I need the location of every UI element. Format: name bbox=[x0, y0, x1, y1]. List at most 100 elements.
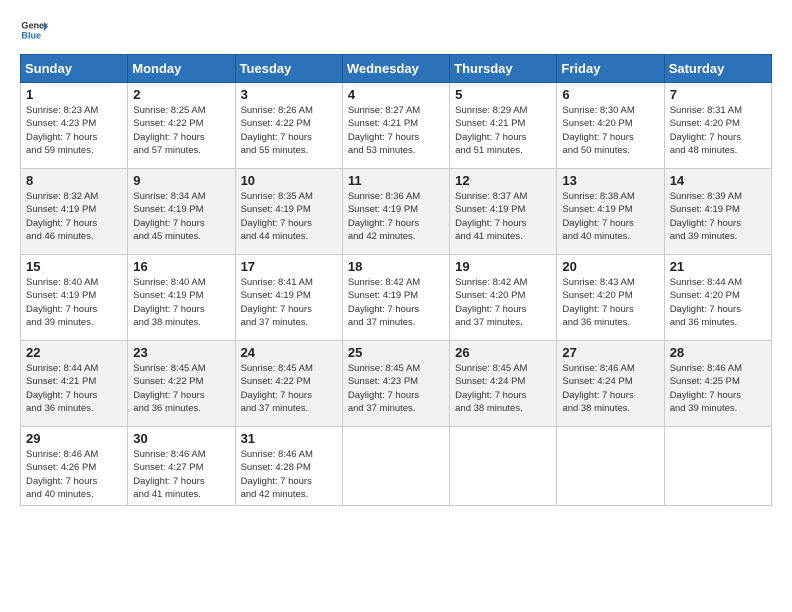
day-cell bbox=[664, 427, 771, 506]
day-number: 8 bbox=[26, 173, 122, 188]
day-cell: 29 Sunrise: 8:46 AM Sunset: 4:26 PM Dayli… bbox=[21, 427, 128, 506]
day-cell: 26Sunrise: 8:45 AM Sunset: 4:24 PM Dayli… bbox=[450, 341, 557, 427]
header-cell-saturday: Saturday bbox=[664, 55, 771, 83]
day-cell: 22 Sunrise: 8:44 AM Sunset: 4:21 PM Dayli… bbox=[21, 341, 128, 427]
day-info: Sunrise: 8:41 AM Sunset: 4:19 PM Dayligh… bbox=[241, 276, 337, 329]
day-cell: 18 Sunrise: 8:42 AM Sunset: 4:19 PM Dayli… bbox=[342, 255, 449, 341]
day-info: Sunrise: 8:39 AM Sunset: 4:19 PM Dayligh… bbox=[670, 190, 766, 243]
day-cell: 2Sunrise: 8:25 AM Sunset: 4:22 PM Daylig… bbox=[128, 83, 235, 169]
day-number: 25 bbox=[348, 345, 444, 360]
day-number: 16 bbox=[133, 259, 229, 274]
header-cell-monday: Monday bbox=[128, 55, 235, 83]
day-number: 18 bbox=[348, 259, 444, 274]
day-number: 27 bbox=[562, 345, 658, 360]
header-cell-wednesday: Wednesday bbox=[342, 55, 449, 83]
day-info: Sunrise: 8:40 AM Sunset: 4:19 PM Dayligh… bbox=[133, 276, 229, 329]
day-info: Sunrise: 8:30 AM Sunset: 4:20 PM Dayligh… bbox=[562, 104, 658, 157]
day-cell bbox=[342, 427, 449, 506]
day-cell: 5Sunrise: 8:29 AM Sunset: 4:21 PM Daylig… bbox=[450, 83, 557, 169]
day-cell: 13 Sunrise: 8:38 AM Sunset: 4:19 PM Dayli… bbox=[557, 169, 664, 255]
day-number: 12 bbox=[455, 173, 551, 188]
day-number: 31 bbox=[241, 431, 337, 446]
day-number: 4 bbox=[348, 87, 444, 102]
logo-area: General Blue bbox=[20, 16, 48, 44]
header: General Blue bbox=[20, 16, 772, 44]
day-cell: 21 Sunrise: 8:44 AM Sunset: 4:20 PM Dayli… bbox=[664, 255, 771, 341]
day-cell: 7 Sunrise: 8:31 AM Sunset: 4:20 PM Daylig… bbox=[664, 83, 771, 169]
day-info: Sunrise: 8:46 AM Sunset: 4:27 PM Dayligh… bbox=[133, 448, 229, 501]
day-number: 29 bbox=[26, 431, 122, 446]
header-cell-sunday: Sunday bbox=[21, 55, 128, 83]
day-cell: 16 Sunrise: 8:40 AM Sunset: 4:19 PM Dayli… bbox=[128, 255, 235, 341]
day-cell: 17Sunrise: 8:41 AM Sunset: 4:19 PM Dayli… bbox=[235, 255, 342, 341]
day-number: 3 bbox=[241, 87, 337, 102]
day-number: 21 bbox=[670, 259, 766, 274]
day-number: 6 bbox=[562, 87, 658, 102]
day-number: 11 bbox=[348, 173, 444, 188]
week-row-4: 22 Sunrise: 8:44 AM Sunset: 4:21 PM Dayli… bbox=[21, 341, 772, 427]
day-info: Sunrise: 8:42 AM Sunset: 4:20 PM Dayligh… bbox=[455, 276, 551, 329]
day-cell bbox=[450, 427, 557, 506]
day-cell: 12 Sunrise: 8:37 AM Sunset: 4:19 PM Dayli… bbox=[450, 169, 557, 255]
day-info: Sunrise: 8:44 AM Sunset: 4:20 PM Dayligh… bbox=[670, 276, 766, 329]
day-info: Sunrise: 8:32 AM Sunset: 4:19 PM Dayligh… bbox=[26, 190, 122, 243]
day-number: 15 bbox=[26, 259, 122, 274]
day-info: Sunrise: 8:46 AM Sunset: 4:26 PM Dayligh… bbox=[26, 448, 122, 501]
day-cell: 8 Sunrise: 8:32 AM Sunset: 4:19 PM Daylig… bbox=[21, 169, 128, 255]
day-cell: 4Sunrise: 8:27 AM Sunset: 4:21 PM Daylig… bbox=[342, 83, 449, 169]
day-number: 5 bbox=[455, 87, 551, 102]
day-info: Sunrise: 8:45 AM Sunset: 4:22 PM Dayligh… bbox=[133, 362, 229, 415]
day-cell: 20 Sunrise: 8:43 AM Sunset: 4:20 PM Dayli… bbox=[557, 255, 664, 341]
day-number: 10 bbox=[241, 173, 337, 188]
day-number: 28 bbox=[670, 345, 766, 360]
day-info: Sunrise: 8:37 AM Sunset: 4:19 PM Dayligh… bbox=[455, 190, 551, 243]
week-row-2: 8 Sunrise: 8:32 AM Sunset: 4:19 PM Daylig… bbox=[21, 169, 772, 255]
day-number: 13 bbox=[562, 173, 658, 188]
header-cell-tuesday: Tuesday bbox=[235, 55, 342, 83]
calendar-page: General Blue SundayMondayTuesdayWednesda… bbox=[0, 0, 792, 612]
day-info: Sunrise: 8:42 AM Sunset: 4:19 PM Dayligh… bbox=[348, 276, 444, 329]
week-row-5: 29 Sunrise: 8:46 AM Sunset: 4:26 PM Dayli… bbox=[21, 427, 772, 506]
day-info: Sunrise: 8:45 AM Sunset: 4:24 PM Dayligh… bbox=[455, 362, 551, 415]
day-info: Sunrise: 8:40 AM Sunset: 4:19 PM Dayligh… bbox=[26, 276, 122, 329]
day-info: Sunrise: 8:35 AM Sunset: 4:19 PM Dayligh… bbox=[241, 190, 337, 243]
day-cell: 31Sunrise: 8:46 AM Sunset: 4:28 PM Dayli… bbox=[235, 427, 342, 506]
day-info: Sunrise: 8:26 AM Sunset: 4:22 PM Dayligh… bbox=[241, 104, 337, 157]
day-number: 2 bbox=[133, 87, 229, 102]
day-number: 7 bbox=[670, 87, 766, 102]
day-cell: 1Sunrise: 8:23 AM Sunset: 4:23 PM Daylig… bbox=[21, 83, 128, 169]
day-number: 22 bbox=[26, 345, 122, 360]
day-number: 23 bbox=[133, 345, 229, 360]
week-row-1: 1Sunrise: 8:23 AM Sunset: 4:23 PM Daylig… bbox=[21, 83, 772, 169]
day-cell: 11 Sunrise: 8:36 AM Sunset: 4:19 PM Dayli… bbox=[342, 169, 449, 255]
day-cell: 14 Sunrise: 8:39 AM Sunset: 4:19 PM Dayli… bbox=[664, 169, 771, 255]
day-number: 19 bbox=[455, 259, 551, 274]
day-info: Sunrise: 8:31 AM Sunset: 4:20 PM Dayligh… bbox=[670, 104, 766, 157]
day-cell: 24Sunrise: 8:45 AM Sunset: 4:22 PM Dayli… bbox=[235, 341, 342, 427]
day-cell: 23 Sunrise: 8:45 AM Sunset: 4:22 PM Dayli… bbox=[128, 341, 235, 427]
svg-text:Blue: Blue bbox=[21, 30, 41, 40]
day-cell: 30 Sunrise: 8:46 AM Sunset: 4:27 PM Dayli… bbox=[128, 427, 235, 506]
day-info: Sunrise: 8:44 AM Sunset: 4:21 PM Dayligh… bbox=[26, 362, 122, 415]
day-number: 14 bbox=[670, 173, 766, 188]
day-cell: 6 Sunrise: 8:30 AM Sunset: 4:20 PM Daylig… bbox=[557, 83, 664, 169]
calendar-table: SundayMondayTuesdayWednesdayThursdayFrid… bbox=[20, 54, 772, 506]
day-info: Sunrise: 8:38 AM Sunset: 4:19 PM Dayligh… bbox=[562, 190, 658, 243]
day-cell: 19 Sunrise: 8:42 AM Sunset: 4:20 PM Dayli… bbox=[450, 255, 557, 341]
logo-icon: General Blue bbox=[20, 16, 48, 44]
day-cell: 9Sunrise: 8:34 AM Sunset: 4:19 PM Daylig… bbox=[128, 169, 235, 255]
day-cell: 25 Sunrise: 8:45 AM Sunset: 4:23 PM Dayli… bbox=[342, 341, 449, 427]
day-number: 30 bbox=[133, 431, 229, 446]
day-cell: 3 Sunrise: 8:26 AM Sunset: 4:22 PM Daylig… bbox=[235, 83, 342, 169]
day-cell bbox=[557, 427, 664, 506]
day-info: Sunrise: 8:45 AM Sunset: 4:23 PM Dayligh… bbox=[348, 362, 444, 415]
day-info: Sunrise: 8:43 AM Sunset: 4:20 PM Dayligh… bbox=[562, 276, 658, 329]
header-row: SundayMondayTuesdayWednesdayThursdayFrid… bbox=[21, 55, 772, 83]
day-info: Sunrise: 8:36 AM Sunset: 4:19 PM Dayligh… bbox=[348, 190, 444, 243]
week-row-3: 15 Sunrise: 8:40 AM Sunset: 4:19 PM Dayli… bbox=[21, 255, 772, 341]
day-cell: 27Sunrise: 8:46 AM Sunset: 4:24 PM Dayli… bbox=[557, 341, 664, 427]
day-number: 20 bbox=[562, 259, 658, 274]
day-number: 24 bbox=[241, 345, 337, 360]
day-number: 9 bbox=[133, 173, 229, 188]
day-cell: 15 Sunrise: 8:40 AM Sunset: 4:19 PM Dayli… bbox=[21, 255, 128, 341]
